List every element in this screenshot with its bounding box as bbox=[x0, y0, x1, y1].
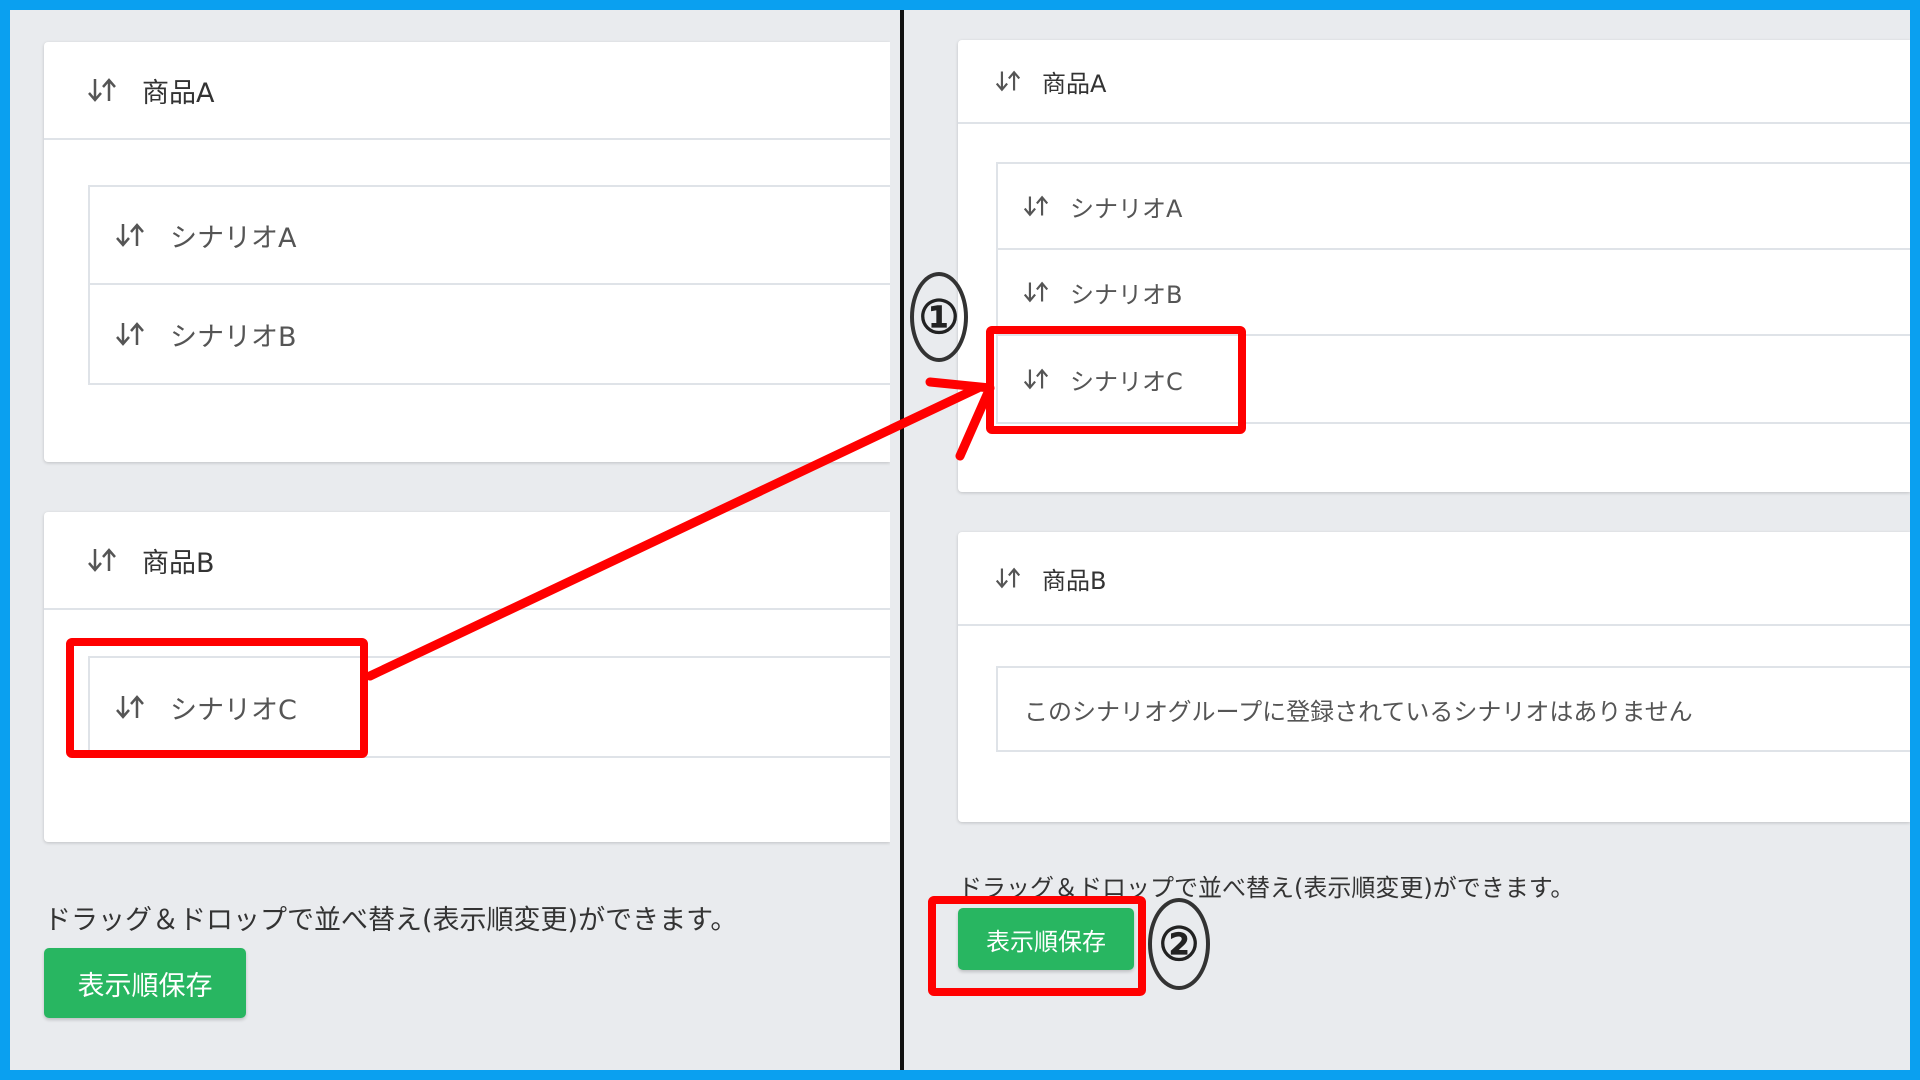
sort-arrows-icon[interactable] bbox=[86, 75, 118, 105]
group-header[interactable]: 商品B bbox=[44, 512, 890, 610]
step-2-badge: ② bbox=[1148, 898, 1210, 990]
group-title: 商品A bbox=[142, 77, 215, 109]
step-1-badge: ① bbox=[910, 272, 968, 362]
scenario-label: シナリオA bbox=[1070, 194, 1183, 223]
before-panel: 商品A シナリオA シナリオB 商品B シナリオC ドラッグ＆ドロップで並べ替え… bbox=[10, 10, 890, 1070]
highlight-save-button bbox=[928, 896, 1146, 996]
group-card-product-a: 商品A シナリオA シナリオB bbox=[44, 42, 890, 462]
scenario-item[interactable]: シナリオB bbox=[90, 285, 890, 383]
group-header[interactable]: 商品B bbox=[958, 532, 1910, 626]
group-header[interactable]: 商品A bbox=[958, 40, 1910, 124]
group-title: 商品B bbox=[142, 547, 215, 579]
empty-list-message: このシナリオグループに登録されているシナリオはありません bbox=[996, 666, 1910, 752]
group-title: 商品A bbox=[1042, 69, 1107, 98]
highlight-scenario-c-before bbox=[66, 638, 368, 758]
sort-arrows-icon[interactable] bbox=[994, 68, 1022, 94]
group-header[interactable]: 商品A bbox=[44, 42, 890, 140]
save-order-button[interactable]: 表示順保存 bbox=[44, 948, 246, 1018]
sort-arrows-icon[interactable] bbox=[114, 220, 146, 250]
divider bbox=[900, 10, 904, 1070]
sort-arrows-icon[interactable] bbox=[86, 545, 118, 575]
drag-drop-note: ドラッグ＆ドロップで並べ替え(表示順変更)ができます。 bbox=[44, 905, 738, 936]
sort-arrows-icon[interactable] bbox=[114, 319, 146, 349]
highlight-scenario-c-after bbox=[986, 326, 1246, 434]
scenario-label: シナリオA bbox=[170, 222, 297, 254]
group-title: 商品B bbox=[1042, 566, 1107, 595]
sort-arrows-icon[interactable] bbox=[1022, 193, 1050, 219]
scenario-list: シナリオA シナリオB bbox=[88, 185, 890, 385]
scenario-label: シナリオB bbox=[170, 321, 297, 353]
scenario-item[interactable]: シナリオA bbox=[90, 187, 890, 285]
scenario-label: シナリオB bbox=[1070, 280, 1183, 309]
group-card-product-b: 商品B このシナリオグループに登録されているシナリオはありません bbox=[958, 532, 1910, 822]
scenario-item[interactable]: シナリオB bbox=[998, 250, 1910, 336]
sort-arrows-icon[interactable] bbox=[1022, 279, 1050, 305]
scenario-item[interactable]: シナリオA bbox=[998, 164, 1910, 250]
sort-arrows-icon[interactable] bbox=[994, 565, 1022, 591]
